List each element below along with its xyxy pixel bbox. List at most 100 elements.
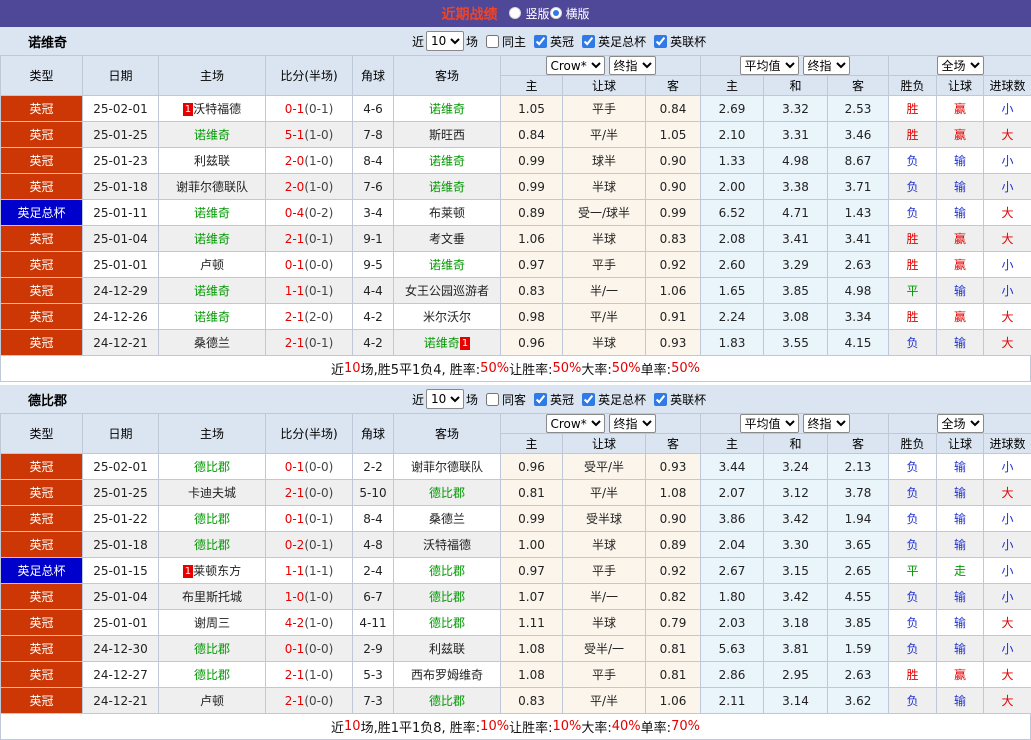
- group-header: 平均值终指: [701, 56, 889, 76]
- home-team-name: 诺维奇: [194, 206, 230, 220]
- same-venue-checkbox[interactable]: [486, 35, 499, 48]
- home-team-cell: 谢菲尔德联队: [159, 174, 266, 200]
- corner-cell: 4-11: [353, 610, 394, 636]
- result-handicap: 输: [937, 584, 984, 610]
- avg-home-odds: 2.10: [701, 122, 764, 148]
- filter-controls: 近10场同主英冠英足总杯英联杯: [412, 27, 706, 55]
- handicap-line: 平手: [563, 662, 646, 688]
- score-cell: 5-1(1-0): [266, 122, 353, 148]
- column-header: 比分(半场): [266, 56, 353, 96]
- scope-select[interactable]: 全场: [937, 414, 984, 433]
- date-cell: 25-01-04: [83, 226, 159, 252]
- avg-home-odds: 2.08: [701, 226, 764, 252]
- group-header: Crow*终指: [501, 414, 701, 434]
- scope-select[interactable]: 全场: [937, 56, 984, 75]
- group-header: 平均值终指: [701, 414, 889, 434]
- league-filter-checkbox[interactable]: [582, 35, 595, 48]
- group-header: 全场: [889, 56, 1031, 76]
- result-outcome: 负: [889, 532, 937, 558]
- final-odds-select[interactable]: 终指: [609, 414, 656, 433]
- handicap-away-odds: 1.08: [646, 480, 701, 506]
- average-select[interactable]: 平均值: [740, 56, 799, 75]
- competition-type-cell: 英冠: [1, 96, 83, 122]
- sub-column-header: 胜负: [889, 434, 937, 454]
- topbar: 近期战绩 竖版横版: [0, 0, 1031, 27]
- handicap-home-odds: 1.00: [501, 532, 563, 558]
- halftime-score: (0-0): [304, 460, 333, 474]
- corner-cell: 7-8: [353, 122, 394, 148]
- recent-count-select[interactable]: 10: [426, 389, 464, 409]
- home-team-name: 德比郡: [194, 668, 230, 682]
- away-team-name: 布莱顿: [429, 206, 465, 220]
- recent-count-select[interactable]: 10: [426, 31, 464, 51]
- final-odds-select[interactable]: 终指: [609, 56, 656, 75]
- layout-radio-option[interactable]: 竖版: [509, 5, 549, 22]
- result-goals: 大: [984, 200, 1031, 226]
- summary-segment: 50%: [480, 361, 509, 376]
- final-odds-select[interactable]: 终指: [803, 56, 850, 75]
- handicap-away-odds: 1.06: [646, 688, 701, 714]
- corner-cell: 4-4: [353, 278, 394, 304]
- league-filter-checkbox[interactable]: [654, 393, 667, 406]
- odds-company-select[interactable]: Crow*: [546, 56, 605, 75]
- avg-home-odds: 2.03: [701, 610, 764, 636]
- avg-away-odds: 1.43: [828, 200, 889, 226]
- sub-column-header: 和: [764, 76, 828, 96]
- date-cell: 24-12-29: [83, 278, 159, 304]
- avg-away-odds: 3.78: [828, 480, 889, 506]
- layout-radio-option[interactable]: 横版: [550, 5, 590, 22]
- league-filter-checkbox[interactable]: [654, 35, 667, 48]
- fulltime-score: 0-1: [285, 258, 305, 272]
- league-filter-checkbox[interactable]: [534, 35, 547, 48]
- handicap-away-odds: 0.90: [646, 148, 701, 174]
- card-badge: 1: [183, 565, 193, 578]
- score-cell: 1-1(0-1): [266, 278, 353, 304]
- result-handicap: 输: [937, 532, 984, 558]
- sub-column-header: 客: [646, 76, 701, 96]
- handicap-line: 半球: [563, 532, 646, 558]
- date-cell: 25-01-18: [83, 174, 159, 200]
- away-team-name: 米尔沃尔: [423, 310, 471, 324]
- result-outcome: 负: [889, 454, 937, 480]
- results-table: 类型日期主场比分(半场)角球客场Crow*终指平均值终指全场主让球客主和客胜负让…: [0, 55, 1031, 356]
- fulltime-score: 1-0: [285, 590, 305, 604]
- sub-column-header: 主: [501, 76, 563, 96]
- home-team-cell: 德比郡: [159, 532, 266, 558]
- date-cell: 24-12-21: [83, 330, 159, 356]
- avg-home-odds: 1.80: [701, 584, 764, 610]
- result-handicap: 输: [937, 636, 984, 662]
- match-row: 英冠25-01-01谢周三4-2(1-0)4-11德比郡1.11半球0.792.…: [1, 610, 1031, 636]
- radio-icon[interactable]: [550, 7, 562, 19]
- sub-column-header: 让球: [563, 434, 646, 454]
- handicap-away-odds: 0.90: [646, 506, 701, 532]
- handicap-home-odds: 1.05: [501, 96, 563, 122]
- corner-cell: 8-4: [353, 506, 394, 532]
- same-venue-checkbox[interactable]: [486, 393, 499, 406]
- home-team-cell: 诺维奇: [159, 278, 266, 304]
- league-filter-checkbox[interactable]: [534, 393, 547, 406]
- halftime-score: (1-0): [304, 616, 333, 630]
- radio-icon[interactable]: [509, 7, 521, 19]
- final-odds-select[interactable]: 终指: [803, 414, 850, 433]
- score-cell: 2-1(0-0): [266, 688, 353, 714]
- corner-cell: 3-4: [353, 200, 394, 226]
- corner-cell: 5-3: [353, 662, 394, 688]
- average-select[interactable]: 平均值: [740, 414, 799, 433]
- handicap-line: 平/半: [563, 688, 646, 714]
- away-team-name: 德比郡: [429, 590, 465, 604]
- result-handicap: 赢: [937, 252, 984, 278]
- avg-draw-odds: 3.41: [764, 226, 828, 252]
- handicap-line: 半/一: [563, 584, 646, 610]
- away-team-name: 女王公园巡游者: [405, 284, 489, 298]
- odds-company-select[interactable]: Crow*: [546, 414, 605, 433]
- result-outcome: 负: [889, 610, 937, 636]
- home-team-cell: 卢顿: [159, 252, 266, 278]
- fulltime-score: 0-1: [285, 512, 305, 526]
- date-cell: 25-02-01: [83, 454, 159, 480]
- result-handicap: 输: [937, 148, 984, 174]
- avg-home-odds: 2.00: [701, 174, 764, 200]
- league-filter-checkbox[interactable]: [582, 393, 595, 406]
- result-handicap: 输: [937, 174, 984, 200]
- match-row: 英冠25-01-18谢菲尔德联队2-0(1-0)7-6诺维奇0.99半球0.90…: [1, 174, 1031, 200]
- home-team-cell: 德比郡: [159, 454, 266, 480]
